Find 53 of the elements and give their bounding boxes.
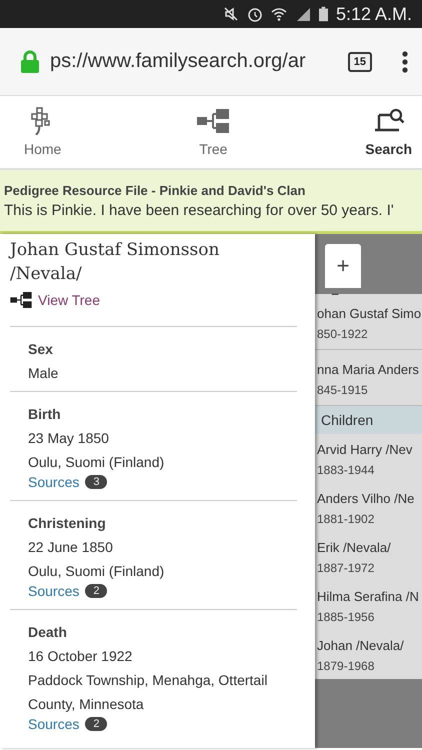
- sources-link[interactable]: Sources: [28, 474, 80, 490]
- pedigree-icon: [10, 292, 32, 308]
- child-name[interactable]: Johan /Nevala/: [317, 638, 422, 653]
- banner-title: Pedigree Resource File - Pinkie and David's Clan: [4, 182, 306, 198]
- banner-text: This is Pinkie. I have been researching for over 50 years. I': [4, 202, 395, 218]
- parent-name[interactable]: ohan Gustaf Simo: [317, 306, 422, 321]
- view-tree-link[interactable]: View Tree: [38, 292, 100, 308]
- count-badge: 3: [85, 475, 108, 489]
- children-header: Children: [315, 406, 422, 434]
- life-years: 1879-1968: [317, 659, 376, 673]
- life-years: 1883-1944: [317, 463, 376, 477]
- sources-link[interactable]: Sources: [28, 583, 80, 599]
- fact-value: 23 May 1850: [28, 430, 110, 446]
- battery-icon: [318, 6, 328, 22]
- fact-value: Oulu, Suomi (Finland): [28, 454, 166, 470]
- clock-time: 5:12 A.M.: [336, 4, 412, 24]
- nav-tab[interactable]: Tree: [193, 96, 234, 168]
- fact-value: Oulu, Suomi (Finland): [28, 563, 166, 579]
- fact-label: Sex: [28, 341, 54, 357]
- fact-value: Paddock Township, Menahga, Ottertail: [28, 672, 268, 688]
- sources-link[interactable]: Sources: [28, 716, 80, 732]
- signal-icon: [294, 6, 311, 22]
- parent-name[interactable]: nna Maria Anders: [317, 362, 422, 377]
- pedigree-icon: [197, 107, 230, 135]
- nav-tab[interactable]: Search: [361, 96, 416, 168]
- life-years: 1887-1972: [317, 561, 376, 575]
- alarm-icon: [246, 6, 263, 22]
- child-name[interactable]: Erik /Nevala/: [317, 540, 422, 555]
- tab-count-button[interactable]: 15: [348, 52, 372, 72]
- nav-tab[interactable]: Home: [20, 96, 66, 168]
- mute-icon: [222, 6, 239, 22]
- lock-icon: [20, 50, 40, 74]
- fact-label: Christening: [28, 515, 107, 531]
- menu-icon[interactable]: [402, 50, 408, 72]
- person-name: Johan Gustaf Simonsson /Nevala/: [10, 239, 220, 286]
- fact-value: 16 October 1922: [28, 648, 134, 664]
- count-badge: 2: [85, 584, 108, 598]
- count-badge: 2: [85, 717, 108, 731]
- life-years: 850-1922: [317, 327, 369, 341]
- fact-value: Male: [28, 365, 60, 381]
- life-years: 1881-1902: [317, 512, 376, 526]
- fact-label: Birth: [28, 406, 62, 422]
- url-field[interactable]: ps://www.familysearch.org/ar: [50, 50, 338, 73]
- child-name[interactable]: Anders Vilho /Ne: [317, 491, 422, 506]
- fact-value: 22 June 1850: [28, 539, 114, 555]
- life-years: 1885-1956: [317, 610, 376, 624]
- child-name[interactable]: Hilma Serafina /N: [317, 589, 422, 604]
- life-years: 845-1915: [317, 383, 369, 397]
- wifi-icon: [270, 6, 287, 22]
- zoom-in-button[interactable]: +: [325, 244, 361, 288]
- child-name[interactable]: Arvid Harry /Nev: [317, 442, 422, 457]
- fact-value: County, Minnesota: [28, 696, 145, 712]
- fact-label: Death: [28, 624, 68, 640]
